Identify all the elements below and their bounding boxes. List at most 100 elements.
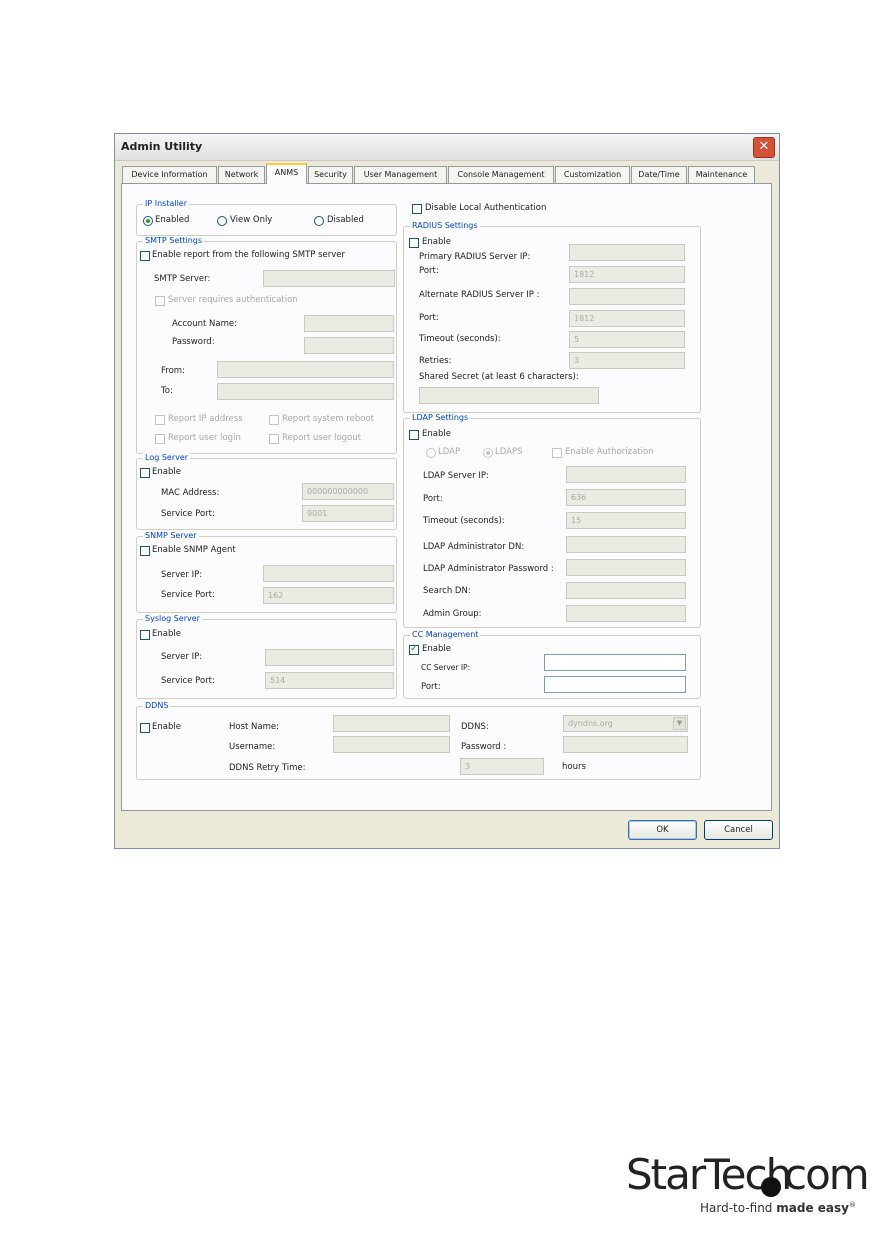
- ip-installer-legend: IP Installer: [143, 199, 190, 208]
- tab-date-time[interactable]: Date/Time: [631, 166, 687, 183]
- ldap-server-ip-input[interactable]: [566, 466, 686, 483]
- tab-device-information[interactable]: Device Information: [122, 166, 217, 183]
- ddns-provider-value: dyndns.org: [568, 719, 613, 728]
- smtp-account-input[interactable]: [304, 315, 394, 332]
- snmp-enable-checkbox[interactable]: [140, 546, 150, 556]
- smtp-server-label: SMTP Server:: [154, 274, 211, 284]
- radius-timeout-label: Timeout (seconds):: [419, 334, 501, 344]
- syslog-service-port-input[interactable]: 514: [265, 672, 394, 689]
- ip-installer-disabled-label: Disabled: [327, 215, 364, 225]
- tab-user-management[interactable]: User Management: [354, 166, 447, 183]
- snmp-server-ip-input[interactable]: [263, 565, 394, 582]
- cc-port-input[interactable]: [544, 676, 686, 693]
- ldap-enable-checkbox[interactable]: [409, 430, 419, 440]
- mac-address-input[interactable]: 000000000000: [302, 483, 394, 500]
- tab-anms[interactable]: ANMS: [266, 163, 307, 184]
- radius-retries-input[interactable]: 3: [569, 352, 685, 369]
- ok-button[interactable]: OK: [628, 820, 697, 840]
- syslog-enable-label: Enable: [152, 629, 181, 639]
- ldap-admin-group-input[interactable]: [566, 605, 686, 622]
- report-ip-label: Report IP address: [168, 414, 243, 424]
- ldap-settings-legend: LDAP Settings: [410, 413, 471, 422]
- tab-customization[interactable]: Customization: [555, 166, 630, 183]
- logo-tagline: Hard-to-find made easy®: [700, 1201, 856, 1215]
- radius-timeout-input[interactable]: 5: [569, 331, 685, 348]
- report-logout-checkbox[interactable]: [269, 434, 279, 444]
- shared-secret-label: Shared Secret (at least 6 characters):: [419, 372, 579, 382]
- cc-enable-checkbox[interactable]: [409, 643, 419, 655]
- ldap-admin-dn-input[interactable]: [566, 536, 686, 553]
- tab-maintenance[interactable]: Maintenance: [688, 166, 755, 183]
- snmp-service-port-input[interactable]: 162: [263, 587, 394, 604]
- cc-server-ip-label: CC Server IP:: [421, 663, 471, 672]
- smtp-server-input[interactable]: [263, 270, 395, 287]
- ddns-enable-checkbox[interactable]: [140, 723, 150, 733]
- syslog-enable-checkbox[interactable]: [140, 630, 150, 640]
- logo-dot-icon: [761, 1177, 781, 1197]
- ldap-admin-password-input[interactable]: [566, 559, 686, 576]
- radius-port-label: Port:: [419, 266, 439, 276]
- tagline-registered: ®: [848, 1201, 856, 1209]
- ddns-retry-time-input[interactable]: 3: [460, 758, 544, 775]
- smtp-password-input[interactable]: [304, 337, 394, 354]
- ddns-retry-unit: hours: [562, 762, 586, 772]
- ddns-provider-select[interactable]: dyndns.org ▼: [563, 715, 688, 732]
- ldap-search-dn-input[interactable]: [566, 582, 686, 599]
- smtp-settings-legend: SMTP Settings: [143, 236, 205, 245]
- ddns-password-label: Password :: [461, 742, 507, 752]
- alternate-radius-port-label: Port:: [419, 313, 439, 323]
- log-server-enable-checkbox[interactable]: [140, 468, 150, 478]
- ldap-timeout-input[interactable]: 15: [566, 512, 686, 529]
- ldap-enable-authorization-checkbox[interactable]: [552, 448, 562, 458]
- ldap-server-ip-label: LDAP Server IP:: [423, 471, 489, 481]
- ip-installer-enabled-radio[interactable]: [143, 216, 153, 226]
- smtp-from-label: From:: [161, 366, 185, 376]
- disable-local-auth-checkbox[interactable]: [412, 204, 422, 214]
- ddns-host-name-label: Host Name:: [229, 722, 279, 732]
- cc-port-label: Port:: [421, 682, 441, 692]
- ldap-port-input[interactable]: 636: [566, 489, 686, 506]
- smtp-auth-checkbox[interactable]: [155, 296, 165, 306]
- snmp-enable-label: Enable SNMP Agent: [152, 545, 236, 555]
- report-ip-checkbox[interactable]: [155, 415, 165, 425]
- ldap-enable-label: Enable: [422, 429, 451, 439]
- ip-installer-view-only-radio[interactable]: [217, 216, 227, 226]
- ldap-radio-label: LDAP: [438, 447, 461, 457]
- ddns-enable-label: Enable: [152, 722, 181, 732]
- ddns-group: DDNS Enable Host Name: Username: DDNS Re…: [136, 701, 701, 780]
- ddns-password-input[interactable]: [563, 736, 688, 753]
- smtp-enable-checkbox[interactable]: [140, 251, 150, 261]
- smtp-to-input[interactable]: [217, 383, 394, 400]
- cc-server-ip-input[interactable]: [544, 654, 686, 671]
- ddns-host-name-input[interactable]: [333, 715, 450, 732]
- chevron-down-icon[interactable]: ▼: [673, 717, 686, 730]
- report-reboot-label: Report system reboot: [282, 414, 374, 424]
- report-logout-label: Report user logout: [282, 433, 361, 443]
- primary-radius-ip-label: Primary RADIUS Server IP:: [419, 252, 531, 262]
- shared-secret-input[interactable]: [419, 387, 599, 404]
- ddns-username-input[interactable]: [333, 736, 450, 753]
- radius-port-input[interactable]: 1812: [569, 266, 685, 283]
- ddns-username-label: Username:: [229, 742, 276, 752]
- log-service-port-input[interactable]: 9001: [302, 505, 394, 522]
- primary-radius-ip-input[interactable]: [569, 244, 685, 261]
- tab-console-management[interactable]: Console Management: [448, 166, 554, 183]
- close-icon[interactable]: ✕: [753, 137, 775, 158]
- tab-network[interactable]: Network: [218, 166, 265, 183]
- ldaps-radio[interactable]: [483, 448, 493, 458]
- ip-installer-disabled-radio[interactable]: [314, 216, 324, 226]
- cancel-button[interactable]: Cancel: [704, 820, 773, 840]
- syslog-server-ip-input[interactable]: [265, 649, 394, 666]
- radius-enable-checkbox[interactable]: [409, 238, 419, 248]
- ldap-settings-group: LDAP Settings Enable LDAP LDAPS Enable A…: [403, 413, 701, 628]
- alternate-radius-port-input[interactable]: 1812: [569, 310, 685, 327]
- report-reboot-checkbox[interactable]: [269, 415, 279, 425]
- title-bar[interactable]: Admin Utility ✕: [115, 134, 779, 161]
- ldap-admin-dn-label: LDAP Administrator DN:: [423, 542, 525, 552]
- ldap-radio[interactable]: [426, 448, 436, 458]
- report-login-checkbox[interactable]: [155, 434, 165, 444]
- alternate-radius-ip-input[interactable]: [569, 288, 685, 305]
- tab-security[interactable]: Security: [308, 166, 353, 183]
- ip-installer-view-only-label: View Only: [230, 215, 273, 225]
- smtp-from-input[interactable]: [217, 361, 394, 378]
